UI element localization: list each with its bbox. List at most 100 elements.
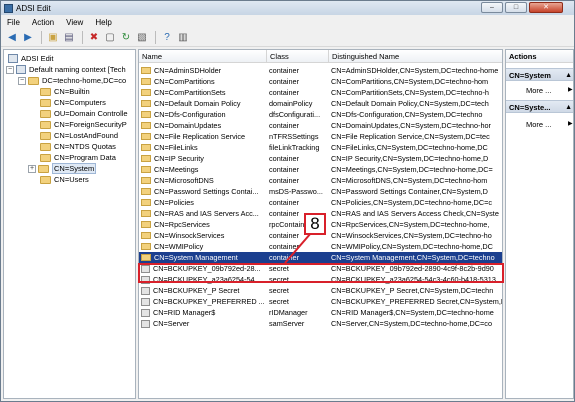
- cell-class: container: [269, 176, 300, 185]
- more-actions-link[interactable]: More ... ▶: [526, 120, 573, 129]
- tree-item-cn-users[interactable]: CN=Users: [40, 174, 89, 185]
- collapse-toggle[interactable]: −: [18, 76, 26, 85]
- tree-item-label: CN=NTDS Quotas: [54, 142, 116, 151]
- list-row[interactable]: CN=Password Settings Contai... msDS-Passw…: [139, 186, 502, 197]
- list-row[interactable]: CN=IP Security container CN=IP Security,CN…: [139, 153, 502, 164]
- tree-item-label: OU=Domain Controlle: [54, 109, 128, 118]
- forward-arrow-icon[interactable]: ▶: [21, 31, 35, 45]
- tree-item-label: DC=techno-home,DC=co: [42, 76, 127, 85]
- cell-name: CN=DomainUpdates: [141, 120, 267, 131]
- help-icon[interactable]: ?: [160, 31, 174, 45]
- list-row[interactable]: CN=Server samServer CN=Server,CN=System,DC…: [139, 318, 502, 329]
- collapse-arrow-icon[interactable]: ▲: [565, 101, 572, 114]
- title-bar: ADSI Edit – □ ✕: [1, 1, 574, 15]
- list-row[interactable]: CN=FileLinks fileLinkTracking CN=FileLinks…: [139, 142, 502, 153]
- tree-item-cn-ntds-quotas[interactable]: CN=NTDS Quotas: [40, 141, 116, 152]
- cell-distinguished-name: CN=RpcServices,CN=System,DC=techno-home,: [331, 220, 490, 229]
- menu-help[interactable]: Help: [95, 18, 111, 27]
- tree-item-cn-lost-and-found[interactable]: CN=LostAndFound: [40, 130, 118, 141]
- tree-item-adsi-edit[interactable]: ADSI Edit: [8, 53, 54, 64]
- object-icon: [141, 286, 150, 295]
- row-name-text: CN=Meetings: [154, 165, 199, 174]
- list-row[interactable]: CN=BCKUPKEY_P Secret secret CN=BCKUPKEY_P …: [139, 285, 502, 296]
- maximize-button[interactable]: □: [505, 2, 527, 13]
- tree-item-default-naming-context[interactable]: − Default naming context [Tech: [6, 64, 126, 75]
- list-row[interactable]: CN=Meetings container CN=Meetings,CN=Syste…: [139, 164, 502, 175]
- cell-distinguished-name: CN=File Replication Service,CN=System,DC…: [331, 132, 490, 141]
- tree-item-dc-techno-home[interactable]: − DC=techno-home,DC=co: [18, 75, 126, 86]
- cell-class: container: [269, 154, 300, 163]
- list-row[interactable]: CN=ComPartitionSets container CN=ComPartit…: [139, 87, 502, 98]
- minimize-button[interactable]: –: [481, 2, 503, 13]
- row-name-text: CN=FileLinks: [154, 143, 198, 152]
- list-row[interactable]: CN=Policies container CN=Policies,CN=Syste…: [139, 197, 502, 208]
- collapse-arrow-icon[interactable]: ▲: [565, 69, 572, 82]
- folder-icon: [141, 78, 151, 85]
- cell-distinguished-name: CN=BCKUPKEY_PREFERRED Secret,CN=System,D: [331, 297, 503, 306]
- column-header-distinguished-name[interactable]: Distinguished Name: [329, 50, 502, 63]
- refresh-icon[interactable]: ↻: [119, 31, 133, 45]
- menu-file[interactable]: File: [7, 18, 20, 27]
- tree-item-cn-system[interactable]: + CN=System: [28, 163, 97, 174]
- more-actions-label: More ...: [526, 120, 552, 129]
- actions-group-cn-system[interactable]: CN=System ▲: [506, 68, 573, 82]
- tree-item-label: CN=Program Data: [54, 153, 116, 162]
- cell-name: CN=BCKUPKEY_PREFERRED ...: [141, 296, 267, 307]
- cell-class: container: [269, 88, 300, 97]
- row-name-text: CN=ComPartitions: [154, 77, 215, 86]
- object-icon: [141, 297, 150, 306]
- menu-action[interactable]: Action: [32, 18, 54, 27]
- folder-icon: [141, 100, 151, 107]
- actions-group-cn-system-management[interactable]: CN=Syste... ▲: [506, 100, 573, 114]
- tree-item-cn-builtin[interactable]: CN=Builtin: [40, 86, 90, 97]
- list-row[interactable]: CN=System Management container CN=System M…: [139, 252, 502, 263]
- list-row[interactable]: CN=ComPartitions container CN=ComPartition…: [139, 76, 502, 87]
- cell-class: container: [269, 77, 300, 86]
- expand-toggle[interactable]: +: [28, 164, 36, 173]
- folder-icon: [40, 120, 51, 129]
- column-header-class[interactable]: Class: [267, 50, 329, 63]
- up-folder-icon[interactable]: ▣: [46, 31, 60, 45]
- list-row[interactable]: CN=RID Manager$ rIDManager CN=RID Manager$…: [139, 307, 502, 318]
- cell-name: CN=Server: [141, 318, 267, 329]
- row-name-text: CN=BCKUPKEY_P Secret: [153, 286, 240, 295]
- show-hide-tree-icon[interactable]: ▤: [62, 31, 76, 45]
- actions-pane: Actions CN=System ▲ More ... ▶ CN=Syste.…: [505, 49, 574, 399]
- tree-item-ou-domain-controllers[interactable]: OU=Domain Controlle: [40, 108, 128, 119]
- folder-icon: [141, 232, 151, 239]
- row-name-text: CN=Policies: [154, 198, 194, 207]
- more-actions-label: More ...: [526, 86, 552, 95]
- more-actions-link[interactable]: More ... ▶: [526, 86, 573, 95]
- folder-icon: [38, 164, 49, 173]
- folder-icon: [40, 87, 51, 96]
- tree-item-label: CN=LostAndFound: [54, 131, 118, 140]
- back-arrow-icon[interactable]: ◀: [5, 31, 19, 45]
- cell-class: secret: [269, 286, 289, 295]
- step-number-callout: 8: [304, 213, 326, 235]
- menu-view[interactable]: View: [66, 18, 83, 27]
- show-action-pane-icon[interactable]: ▥: [176, 31, 190, 45]
- tree-item-cn-computers[interactable]: CN=Computers: [40, 97, 106, 108]
- list-row[interactable]: CN=File Replication Service nTFRSSettings…: [139, 131, 502, 142]
- list-row[interactable]: CN=Dfs-Configuration dfsConfigurati... CN=…: [139, 109, 502, 120]
- tree-item-cn-program-data[interactable]: CN=Program Data: [40, 152, 116, 163]
- list-row[interactable]: CN=WMIPolicy container CN=WMIPolicy,CN=Sys…: [139, 241, 502, 252]
- close-button[interactable]: ✕: [529, 2, 563, 13]
- adsi-edit-window: ADSI Edit – □ ✕ File Action View Help ◀ …: [0, 0, 575, 402]
- folder-icon: [141, 254, 151, 261]
- list-row[interactable]: CN=MicrosoftDNS container CN=MicrosoftDNS,…: [139, 175, 502, 186]
- column-header-name[interactable]: Name: [139, 50, 267, 63]
- folder-icon: [141, 111, 151, 118]
- properties-icon[interactable]: ▢: [103, 31, 117, 45]
- cell-class: dfsConfigurati...: [269, 110, 321, 119]
- tree-pane[interactable]: ADSI Edit − Default naming context [Tech…: [3, 49, 136, 399]
- tree-item-cn-foreign-security[interactable]: CN=ForeignSecurityP: [40, 119, 127, 130]
- folder-icon: [141, 155, 151, 162]
- collapse-toggle[interactable]: −: [6, 65, 14, 74]
- delete-icon[interactable]: ✖: [87, 31, 101, 45]
- list-row[interactable]: CN=Default Domain Policy domainPolicy CN=D…: [139, 98, 502, 109]
- list-row[interactable]: CN=DomainUpdates container CN=DomainUpdate…: [139, 120, 502, 131]
- export-list-icon[interactable]: ▧: [135, 31, 149, 45]
- list-row[interactable]: CN=BCKUPKEY_PREFERRED ... secret CN=BCKUPK…: [139, 296, 503, 307]
- list-row[interactable]: CN=AdminSDHolder container CN=AdminSDHolde…: [139, 65, 502, 76]
